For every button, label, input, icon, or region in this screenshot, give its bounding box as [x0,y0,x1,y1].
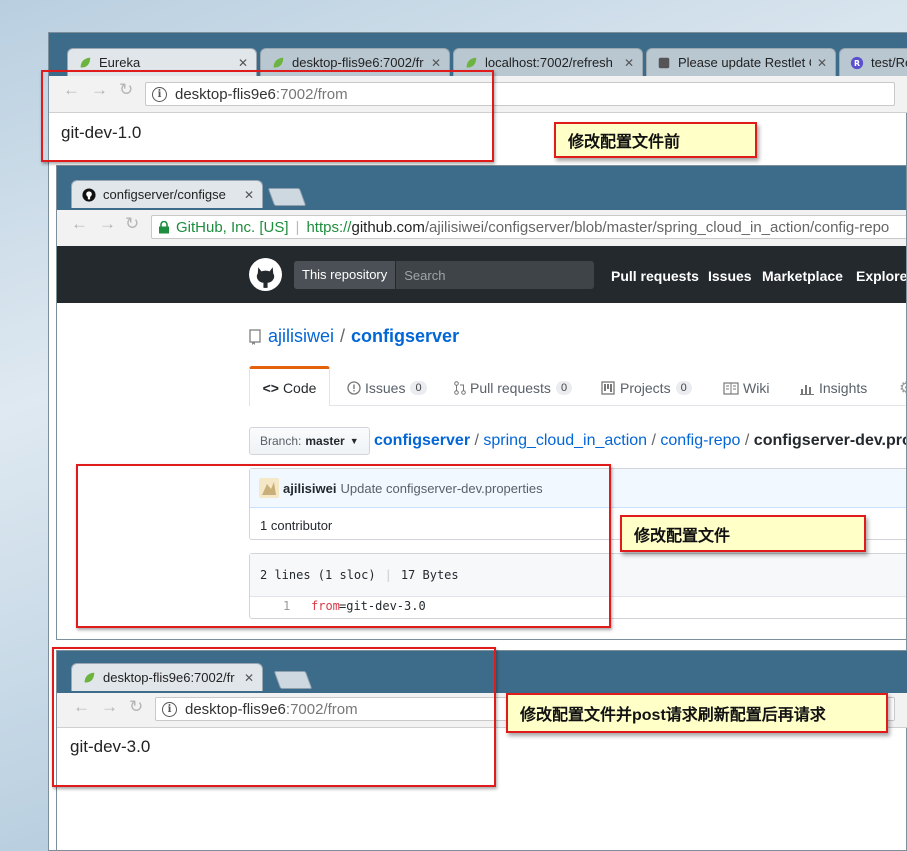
issues-count: 0 [410,381,427,395]
branch-prefix: Branch: [260,434,302,448]
tab-insights[interactable]: Insights [800,380,867,396]
breadcrumb: configserver / spring_cloud_in_action / … [374,432,907,450]
reload-icon[interactable]: ↻ [125,214,139,234]
toolbar: ← → ↻ GitHub, Inc. [US] | https://github… [57,210,906,247]
nav-explore[interactable]: Explore [856,268,906,284]
tab-code-label: Code [282,379,317,396]
nav-marketplace[interactable]: Marketplace [762,268,843,284]
projects-count: 0 [675,381,692,395]
spring-leaf-icon [273,57,284,67]
new-tab-button[interactable] [267,188,307,206]
gear-icon[interactable]: ⚙ [899,378,906,398]
repo-name-link[interactable]: configserver [351,326,459,347]
breadcrumb-root[interactable]: configserver [374,432,470,449]
code-icon: <> [262,379,279,396]
tab-label: test/Re [871,55,907,70]
tab-label: desktop-flis9e6:7002/fr [292,55,424,70]
tab-label: localhost:7002/refresh [485,55,613,70]
note-edit: 修改配置文件 [620,515,866,552]
close-icon[interactable]: ✕ [817,56,827,70]
project-icon [601,381,615,395]
pull-requests-count: 0 [555,381,573,395]
url-host: github.com [351,218,425,236]
github-icon [82,187,96,202]
desktop: { "window1": { "tabs": [ {"label": "Eure… [0,0,907,851]
nav-issues[interactable]: Issues [708,268,752,284]
tab-label: Pull requests [470,380,551,396]
spring-leaf-icon [80,57,91,67]
back-icon[interactable]: ← [71,214,88,234]
book-icon [723,381,739,395]
tab-code[interactable]: <> Code [249,366,330,406]
breadcrumb-item[interactable]: config-repo [660,432,740,449]
url-divider: | [295,218,300,236]
highlight-box-edit [76,464,611,628]
highlight-box-after [52,647,496,787]
repo-search[interactable]: This repository Search [294,261,594,289]
repo-owner-link[interactable]: ajilisiwei [268,326,334,347]
tab-label: Projects [620,380,671,396]
tab-github[interactable]: configserver/configse ✕ [71,180,263,208]
close-icon[interactable]: ✕ [244,188,254,202]
repo-tabs-border [249,405,906,406]
pull-request-icon [454,381,466,395]
tab-restlet[interactable]: Please update Restlet C ✕ [646,48,836,76]
r-badge-icon: R [850,56,864,69]
lock-icon [159,220,169,233]
scope-label: This repository [294,261,397,289]
breadcrumb-sep: / [744,432,754,449]
github-header: This repository Search Pull requests Iss… [57,246,906,303]
close-icon[interactable]: ✕ [624,56,634,70]
repo-sep: / [340,326,346,346]
tab-label: Eureka [99,55,141,70]
tab-pull-requests[interactable]: Pull requests 0 [454,380,573,396]
nav-pull-requests[interactable]: Pull requests [611,268,699,284]
close-icon[interactable]: ✕ [238,56,248,70]
search-input[interactable]: Search [396,268,445,283]
secure-label: GitHub, Inc. [US] [176,218,289,236]
tab-label: Wiki [743,380,770,396]
github-logo-icon[interactable] [249,258,282,291]
breadcrumb-file: configserver-dev.prop [753,432,907,449]
url-scheme: https:// [306,218,352,236]
svg-text:R: R [854,59,860,68]
note-before: 修改配置文件前 [554,122,757,158]
address-bar[interactable]: GitHub, Inc. [US] | https://github.com/a… [151,215,906,239]
tab-label: Insights [819,380,868,396]
tab-label: Issues [365,380,406,396]
branch-name: master [305,434,345,448]
close-icon[interactable]: ✕ [431,56,441,70]
chevron-down-icon: ▼ [349,436,359,446]
restlet-icon [658,57,670,68]
repo-title: ajilisiwei / configserver [249,326,459,347]
tab-wiki[interactable]: Wiki [723,380,769,396]
repo-icon [249,328,261,345]
graph-icon [800,385,814,395]
note-after: 修改配置文件并post请求刷新配置后再请求 [506,693,888,733]
tab-label: Please update Restlet C [678,55,811,70]
tab-test[interactable]: R test/Re [839,48,907,76]
highlight-box-before [41,70,494,162]
url-path: /ajilisiwei/configserver/blob/master/spr… [424,218,890,236]
tab-projects[interactable]: Projects 0 [601,380,692,396]
tab-label: configserver/configse [103,187,226,202]
spring-leaf-icon [466,57,477,67]
forward-icon[interactable]: → [99,214,116,234]
branch-select[interactable]: Branch: master ▼ [249,427,370,455]
breadcrumb-item[interactable]: spring_cloud_in_action [483,432,647,449]
tab-strip: configserver/configse ✕ [57,166,906,210]
tab-issues[interactable]: Issues 0 [347,380,427,396]
issue-icon [347,381,361,395]
